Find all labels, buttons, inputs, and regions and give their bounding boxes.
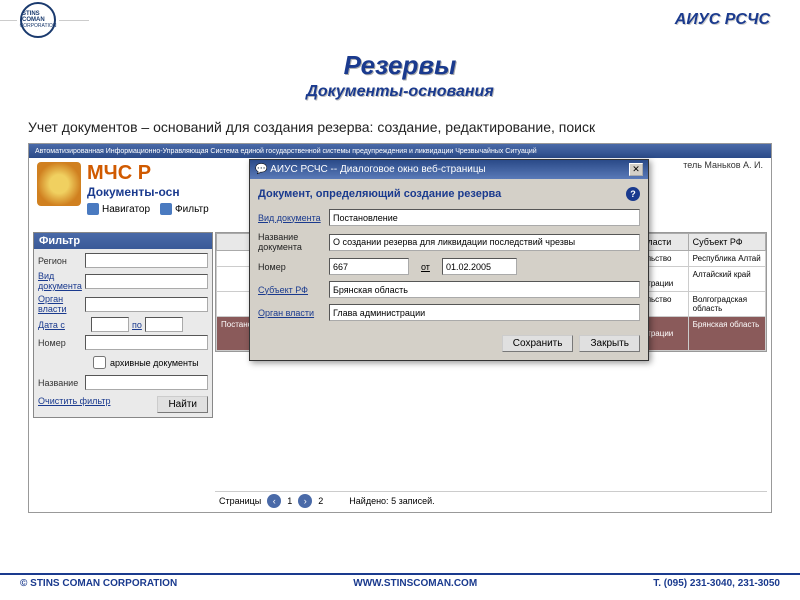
dialog-heading: Документ, определяющий создание резерва	[258, 188, 501, 200]
footer-copyright: © STINS COMAN CORPORATION	[20, 578, 177, 589]
dialog-number-label: Номер	[258, 262, 323, 272]
filter-datefrom-label[interactable]: Дата с	[38, 320, 88, 330]
save-button[interactable]: Сохранить	[502, 335, 574, 352]
filter-button[interactable]: Фильтр	[160, 203, 209, 215]
dialog-ot-label: от	[421, 262, 430, 272]
help-icon[interactable]: ?	[626, 187, 640, 201]
clear-filter-link[interactable]: Очистить фильтр	[38, 396, 110, 413]
page-subtitle: Документы-основания	[0, 83, 800, 101]
filter-name-input[interactable]	[85, 375, 208, 390]
navigator-button[interactable]: Навигатор	[87, 203, 150, 215]
dialog-doctype-input[interactable]	[329, 209, 640, 226]
filter-number-label: Номер	[38, 338, 82, 348]
dialog-name-label: Название документа	[258, 232, 323, 252]
dialog-name-input[interactable]	[329, 234, 640, 251]
filter-dateto-label[interactable]: по	[132, 320, 142, 330]
embedded-app-frame: Автоматизированная Информационно-Управля…	[28, 143, 772, 513]
mchs-emblem-icon	[37, 162, 81, 206]
filter-panel-title: Фильтр	[34, 233, 212, 249]
close-button[interactable]: Закрыть	[579, 335, 640, 352]
filter-authority-input[interactable]	[85, 297, 208, 312]
page-title: Резервы	[0, 50, 800, 81]
page-description: Учет документов – оснований для создания…	[28, 119, 800, 135]
filter-archive-label: архивные документы	[110, 358, 199, 368]
dialog-titlebar-text: 💬 АИУС РСЧС -- Диалоговое окно веб-стран…	[255, 164, 486, 175]
filter-doctype-input[interactable]	[85, 274, 208, 289]
document-dialog: 💬 АИУС РСЧС -- Диалоговое окно веб-стран…	[249, 159, 649, 361]
footer-phone: Т. (095) 231-3040, 231-3050	[653, 578, 780, 589]
dialog-doctype-label[interactable]: Вид документа	[258, 213, 323, 223]
find-button[interactable]: Найти	[157, 396, 208, 413]
filter-authority-label[interactable]: Орган власти	[38, 294, 82, 314]
dialog-number-input[interactable]	[329, 258, 409, 275]
footer-url: WWW.STINSCOMAN.COM	[353, 578, 477, 589]
pager-prev-button[interactable]: ‹	[267, 494, 281, 508]
user-label: тель Маньков А. И.	[683, 160, 763, 170]
funnel-icon	[160, 203, 172, 215]
filter-panel: Фильтр Регион Вид документа Орган власти…	[33, 232, 213, 418]
compass-icon	[87, 203, 99, 215]
pager-found-label: Найдено: 5 записей.	[349, 496, 434, 506]
brand-logo: STINS COMAN CORPORATION	[20, 2, 56, 38]
table-col-subject[interactable]: Субъект РФ	[688, 234, 765, 251]
dialog-authority-input[interactable]	[329, 304, 640, 321]
pager: Страницы ‹ 1 › 2 Найдено: 5 записей.	[215, 491, 767, 510]
pager-next-button[interactable]: ›	[298, 494, 312, 508]
filter-dateto-input[interactable]	[145, 317, 183, 332]
dialog-close-button[interactable]: ✕	[629, 163, 643, 176]
dialog-date-input[interactable]	[442, 258, 517, 275]
embedded-app-header: Автоматизированная Информационно-Управля…	[29, 144, 771, 158]
filter-name-label: Название	[38, 378, 82, 388]
filter-doctype-label[interactable]: Вид документа	[38, 271, 82, 291]
filter-archive-checkbox[interactable]	[93, 356, 106, 369]
app-brand-title: АИУС РСЧС	[675, 11, 770, 29]
dialog-subject-input[interactable]	[329, 281, 640, 298]
pager-label: Страницы	[219, 496, 261, 506]
filter-datefrom-input[interactable]	[91, 317, 129, 332]
footer: © STINS COMAN CORPORATION WWW.STINSCOMAN…	[0, 573, 800, 592]
filter-region-label: Регион	[38, 256, 82, 266]
pager-page-2[interactable]: 2	[318, 496, 323, 506]
pager-page-1[interactable]: 1	[287, 496, 292, 506]
filter-region-input[interactable]	[85, 253, 208, 268]
dialog-authority-label[interactable]: Орган власти	[258, 308, 323, 318]
dialog-subject-label[interactable]: Субъект РФ	[258, 285, 323, 295]
filter-number-input[interactable]	[85, 335, 208, 350]
